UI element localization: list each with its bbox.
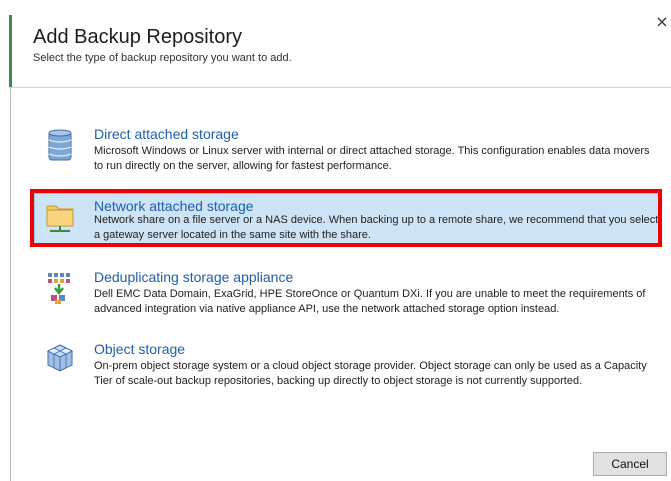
option-description: On-prem object storage system or a cloud… <box>94 360 647 387</box>
cancel-button[interactable]: Cancel <box>593 452 667 476</box>
dialog-header: Add Backup Repository Select the type of… <box>0 0 671 88</box>
header-divider <box>11 87 671 88</box>
option-title: Deduplicating storage appliance <box>94 269 294 285</box>
dialog-title: Add Backup Repository <box>33 26 243 48</box>
option-title: Network attached storage <box>94 198 254 214</box>
dialog-subtitle: Select the type of backup repository you… <box>33 52 292 64</box>
option-description: Dell EMC Data Domain, ExaGrid, HPE Store… <box>94 288 646 315</box>
object-storage-icon <box>45 343 75 377</box>
database-icon <box>45 128 75 162</box>
close-icon[interactable]: × <box>655 14 669 30</box>
option-direct-attached-storage[interactable]: Direct attached storage Microsoft Window… <box>35 126 661 172</box>
window-left-border <box>10 87 11 481</box>
option-title: Object storage <box>94 341 186 357</box>
dedup-appliance-icon <box>45 271 75 305</box>
option-network-attached-storage[interactable]: Network attached storage Network share o… <box>34 193 660 245</box>
option-description: Microsoft Windows or Linux server with i… <box>94 145 650 172</box>
option-deduplicating-storage-appliance[interactable]: Deduplicating storage appliance Dell EMC… <box>35 269 661 315</box>
option-title: Direct attached storage <box>94 126 239 142</box>
option-description: Network share on a file server or a NAS … <box>94 214 659 241</box>
option-object-storage[interactable]: Object storage On-prem object storage sy… <box>35 341 661 387</box>
network-folder-icon <box>45 200 75 234</box>
